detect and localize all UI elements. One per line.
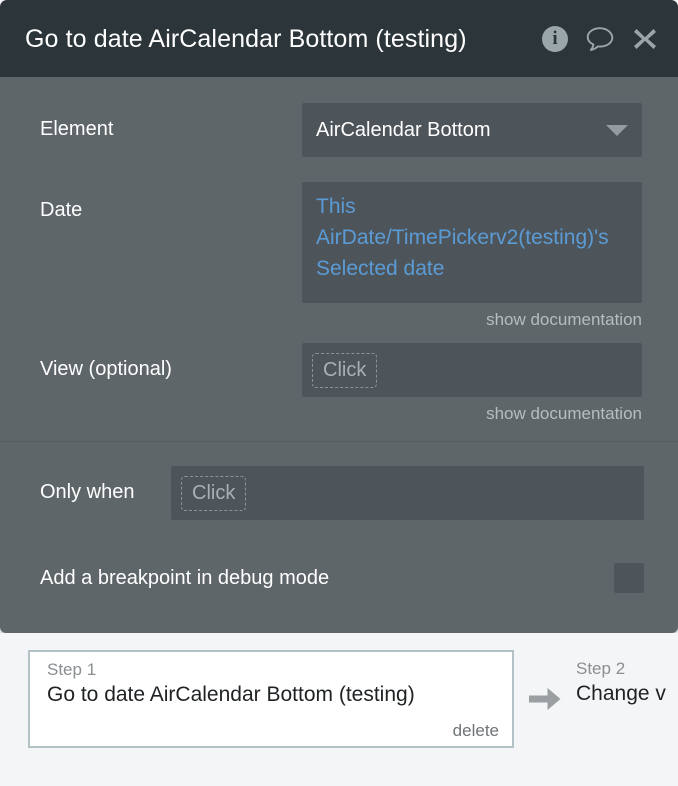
- view-show-documentation-link[interactable]: show documentation: [302, 397, 642, 425]
- panel-titlebar: Go to date AirCalendar Bottom (testing) …: [0, 0, 678, 77]
- workflow-step-2-number: Step 2: [576, 659, 626, 678]
- field-row-only-when: Only when Click: [0, 442, 678, 520]
- only-when-label: Only when: [40, 481, 135, 503]
- only-when-click-placeholder: Click: [181, 475, 247, 511]
- workflow-step-1-title: Go to date AirCalendar Bottom (testing): [47, 683, 415, 706]
- workflow-step-1-delete-link[interactable]: delete: [453, 720, 499, 742]
- workflow-step-card-1[interactable]: Step 1 Go to date AirCalendar Bottom (te…: [28, 650, 514, 748]
- workflow-step-card-2[interactable]: Step 2 Change v: [576, 650, 678, 748]
- comment-icon[interactable]: [585, 25, 615, 53]
- view-control: Click show documentation: [302, 343, 642, 425]
- date-control: This AirDate/TimePickerv2(testing)'s Sel…: [302, 182, 642, 331]
- field-row-view: View (optional) Click show documentation: [0, 331, 678, 425]
- only-when-control: Click: [171, 466, 644, 520]
- workflow-step-1-number: Step 1: [47, 660, 97, 679]
- element-dropdown-value: AirCalendar Bottom: [316, 119, 491, 141]
- panel-body: Element AirCalendar Bottom Date This Air…: [0, 77, 678, 633]
- workflow-steps-strip: Step 1 Go to date AirCalendar Bottom (te…: [0, 633, 678, 786]
- chevron-down-icon: [606, 124, 628, 136]
- element-control: AirCalendar Bottom: [302, 103, 642, 157]
- app-root: Go to date AirCalendar Bottom (testing) …: [0, 0, 678, 786]
- date-label: Date: [40, 199, 83, 221]
- field-row-date: Date This AirDate/TimePickerv2(testing)'…: [0, 157, 678, 331]
- close-icon[interactable]: [632, 26, 658, 52]
- view-field[interactable]: Click: [302, 343, 642, 397]
- date-expression-text: This AirDate/TimePickerv2(testing)'s Sel…: [316, 195, 609, 280]
- breakpoint-checkbox[interactable]: [614, 563, 644, 593]
- titlebar-actions: i: [542, 25, 666, 53]
- field-row-element: Element AirCalendar Bottom: [0, 77, 678, 157]
- element-dropdown[interactable]: AirCalendar Bottom: [302, 103, 642, 157]
- workflow-steps-list: Step 1 Go to date AirCalendar Bottom (te…: [0, 633, 678, 748]
- action-editor-panel: Go to date AirCalendar Bottom (testing) …: [0, 0, 678, 633]
- view-click-placeholder: Click: [312, 352, 378, 388]
- only-when-field[interactable]: Click: [171, 466, 644, 520]
- info-icon-glyph: i: [542, 25, 568, 52]
- panel-title: Go to date AirCalendar Bottom (testing): [25, 24, 467, 53]
- view-label: View (optional): [40, 358, 172, 380]
- field-row-breakpoint: Add a breakpoint in debug mode: [0, 520, 678, 593]
- arrow-right-icon: [514, 684, 576, 714]
- breakpoint-label: Add a breakpoint in debug mode: [40, 567, 330, 589]
- date-expression-field[interactable]: This AirDate/TimePickerv2(testing)'s Sel…: [302, 182, 642, 303]
- info-icon[interactable]: i: [542, 25, 568, 52]
- element-label: Element: [40, 118, 114, 140]
- workflow-step-2-title: Change v: [576, 682, 666, 705]
- date-show-documentation-link[interactable]: show documentation: [302, 303, 642, 331]
